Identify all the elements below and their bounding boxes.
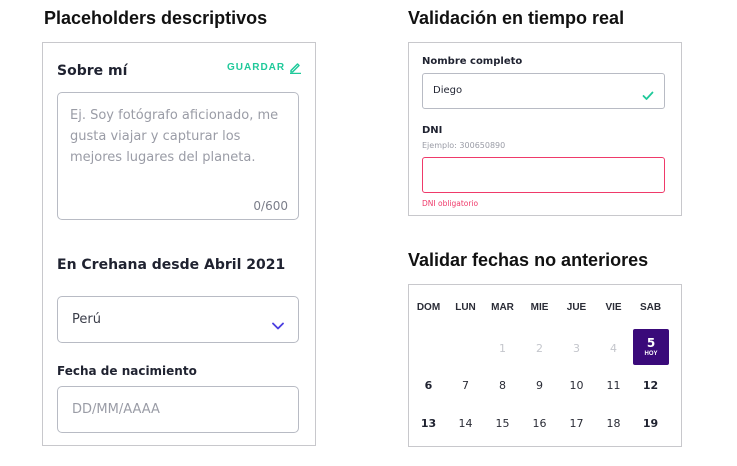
weekday-header: MAR <box>491 302 514 313</box>
check-icon <box>642 86 654 105</box>
date-picker-calendar: 5 HOY DOM LUN MAR MIE JUE VIE SAB 1 2 3 4 6 7 8 9 10 11 1… <box>408 284 682 447</box>
save-button-label: GUARDAR <box>227 62 286 73</box>
calendar-day[interactable]: 9 <box>521 379 558 392</box>
char-counter: 0/600 <box>253 199 288 213</box>
weekday-header: LUN <box>455 302 476 313</box>
member-since-text: En Crehana desde Abril 2021 <box>57 257 286 273</box>
section-heading-placeholders: Placeholders descriptivos <box>44 8 268 28</box>
calendar-day[interactable]: 11 <box>595 379 632 392</box>
country-select[interactable]: Perú <box>57 296 299 343</box>
calendar-day[interactable]: 10 <box>558 379 595 392</box>
section-heading-dates: Validar fechas no anteriores <box>408 250 649 270</box>
weekday-header: MIE <box>530 302 549 313</box>
dni-help-text: Ejemplo: 300650890 <box>422 141 506 150</box>
section-heading-validation: Validación en tiempo real <box>408 8 625 28</box>
calendar-day[interactable]: 12 <box>632 379 669 392</box>
calendar-day: 2 <box>536 342 543 355</box>
about-title: Sobre mí <box>57 63 128 79</box>
today-day: 5 <box>646 336 656 350</box>
name-label: Nombre completo <box>422 56 523 67</box>
save-button[interactable]: GUARDAR <box>227 61 302 74</box>
birth-date-label: Fecha de nacimiento <box>57 364 197 378</box>
calendar-day[interactable]: 8 <box>484 379 521 392</box>
weekday-header: SAB <box>639 302 662 313</box>
name-input[interactable]: Diego <box>422 73 665 109</box>
validation-form-panel: Nombre completo Diego DNI Ejemplo: 30065… <box>408 42 682 216</box>
calendar-day[interactable]: 14 <box>447 417 484 430</box>
calendar-day: 1 <box>499 342 506 355</box>
dni-label: DNI <box>422 125 443 136</box>
country-value: Perú <box>72 312 101 327</box>
chevron-down-icon <box>272 315 284 334</box>
name-value: Diego <box>433 85 463 96</box>
today-cell[interactable]: 5 HOY <box>633 329 669 365</box>
bio-textarea[interactable]: Ej. Soy fotógrafo aficionado, me gusta v… <box>57 92 299 220</box>
dni-input[interactable] <box>422 157 665 193</box>
dni-error-message: DNI obligatorio <box>422 199 479 208</box>
calendar-day[interactable]: 16 <box>521 417 558 430</box>
calendar-day[interactable]: 19 <box>632 417 669 430</box>
weekday-header: JUE <box>566 302 587 313</box>
weekday-header: DOM <box>416 302 441 313</box>
calendar-day[interactable]: 7 <box>447 379 484 392</box>
calendar-day[interactable]: 6 <box>410 379 447 392</box>
profile-form-panel: Sobre mí GUARDAR Ej. Soy fotógrafo afici… <box>42 42 316 446</box>
calendar-day[interactable]: 15 <box>484 417 521 430</box>
today-label: HOY <box>644 351 658 357</box>
bio-placeholder: Ej. Soy fotógrafo aficionado, me gusta v… <box>70 108 279 165</box>
calendar-day[interactable]: 18 <box>595 417 632 430</box>
birth-date-input[interactable] <box>57 386 299 433</box>
weekday-header: VIE <box>605 302 622 313</box>
calendar-day: 3 <box>573 342 580 355</box>
calendar-day: 4 <box>610 342 617 355</box>
calendar-day[interactable]: 13 <box>410 417 447 430</box>
calendar-day[interactable]: 17 <box>558 417 595 430</box>
pencil-icon <box>289 61 302 74</box>
